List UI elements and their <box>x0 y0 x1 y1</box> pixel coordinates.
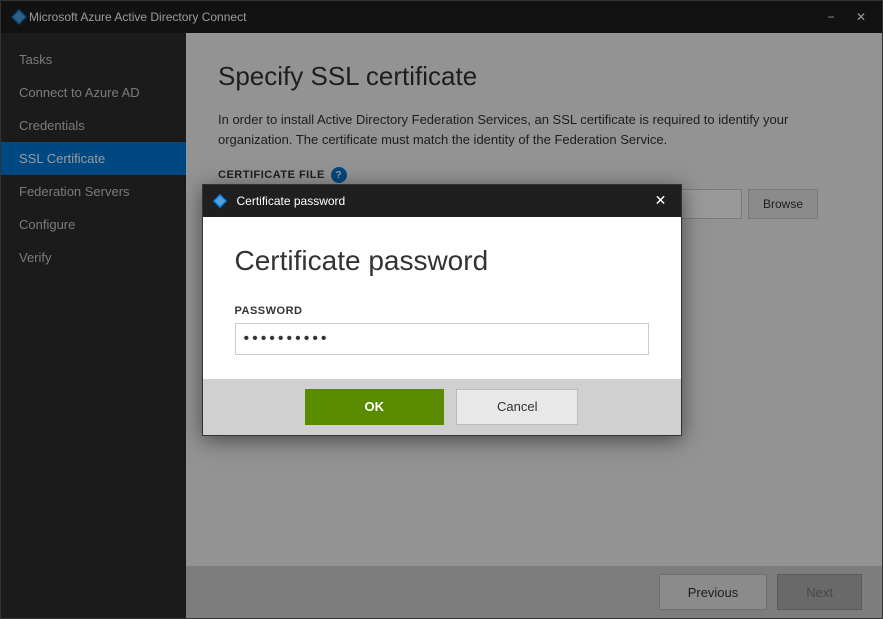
password-input[interactable] <box>235 323 649 355</box>
dialog-overlay: Certificate password ✕ Certificate passw… <box>1 1 882 618</box>
dialog-close-button[interactable]: ✕ <box>649 191 673 211</box>
main-window: Microsoft Azure Active Directory Connect… <box>0 0 883 619</box>
ok-button[interactable]: OK <box>305 389 445 425</box>
certificate-password-dialog: Certificate password ✕ Certificate passw… <box>202 184 682 436</box>
password-label: PASSWORD <box>235 305 649 317</box>
dialog-titlebar: Certificate password ✕ <box>203 185 681 217</box>
dialog-azure-logo-icon <box>211 192 229 210</box>
dialog-body: Certificate password PASSWORD <box>203 217 681 379</box>
cancel-button[interactable]: Cancel <box>456 389 578 425</box>
dialog-title-text: Certificate password <box>237 194 649 208</box>
dialog-footer: OK Cancel <box>203 379 681 435</box>
dialog-heading: Certificate password <box>235 245 649 277</box>
